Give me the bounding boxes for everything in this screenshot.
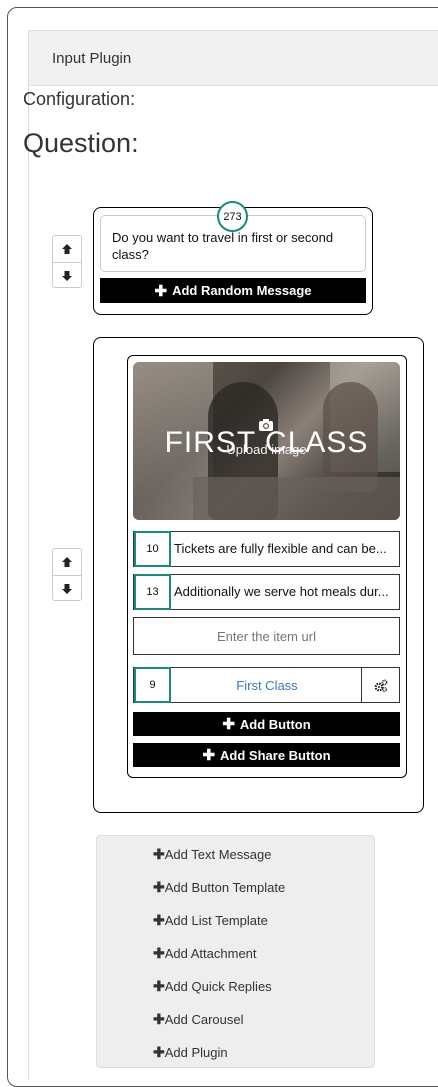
card-button-first-class[interactable]: First Class bbox=[172, 668, 362, 702]
plus-icon: ✚ bbox=[202, 747, 216, 764]
text-message-card: Do you want to travel in first or second… bbox=[93, 201, 373, 315]
move-up-button[interactable] bbox=[53, 236, 81, 262]
move-down-button[interactable] bbox=[53, 575, 81, 601]
carousel-element: FIRST CLASS Upload image 10 Tickets are … bbox=[127, 355, 407, 778]
card-title-text: Tickets are fully flexible and can be... bbox=[174, 541, 387, 556]
move-down-button[interactable] bbox=[53, 262, 81, 288]
subtitle-char-count: 13 bbox=[134, 574, 171, 610]
add-list-template-item[interactable]: ✚Add List Template bbox=[153, 912, 268, 929]
generic-template-card: FIRST CLASS Upload image 10 Tickets are … bbox=[93, 337, 424, 813]
gears-icon bbox=[374, 678, 388, 692]
card-subtitle-text: Additionally we serve hot meals dur... bbox=[174, 584, 389, 599]
plus-icon: ✚ bbox=[153, 1011, 165, 1027]
add-text-message-item[interactable]: ✚Add Text Message bbox=[153, 846, 271, 863]
message-move-controls bbox=[52, 235, 82, 288]
plus-icon: ✚ bbox=[154, 282, 168, 300]
add-element-menu: ✚Add Text Message ✚Add Button Template ✚… bbox=[96, 835, 375, 1068]
button-char-count: 9 bbox=[134, 667, 171, 703]
button-settings-button[interactable] bbox=[361, 668, 399, 702]
add-carousel-item[interactable]: ✚Add Carousel bbox=[153, 1011, 244, 1028]
card-title-row[interactable]: 10 Tickets are fully flexible and can be… bbox=[133, 531, 400, 567]
add-attachment-item[interactable]: ✚Add Attachment bbox=[153, 945, 257, 962]
arrow-down-icon bbox=[62, 270, 72, 281]
add-random-message-button[interactable]: ✚ Add Random Message bbox=[100, 278, 366, 303]
plus-icon: ✚ bbox=[153, 846, 165, 862]
add-share-button-label: Add Share Button bbox=[220, 747, 331, 763]
character-counter: 273 bbox=[217, 201, 248, 232]
configuration-label: Configuration: bbox=[23, 89, 136, 109]
camera-icon bbox=[259, 419, 273, 431]
add-quick-replies-item[interactable]: ✚Add Quick Replies bbox=[153, 978, 272, 995]
panel-title: Input Plugin bbox=[29, 31, 438, 86]
card-image[interactable]: FIRST CLASS Upload image bbox=[133, 362, 400, 520]
card-button-row: 9 First Class bbox=[133, 667, 400, 703]
plus-icon: ✚ bbox=[153, 945, 165, 961]
plus-icon: ✚ bbox=[153, 912, 165, 928]
title-char-count: 10 bbox=[134, 531, 171, 567]
add-random-message-label: Add Random Message bbox=[172, 283, 312, 298]
message-text: Do you want to travel in first or second… bbox=[112, 230, 334, 262]
add-button-template-item[interactable]: ✚Add Button Template bbox=[153, 879, 285, 896]
arrow-up-icon bbox=[62, 557, 72, 567]
arrow-down-icon bbox=[62, 583, 72, 594]
add-plugin-item[interactable]: ✚Add Plugin bbox=[153, 1044, 228, 1061]
add-button-button[interactable]: ✚ Add Button bbox=[133, 712, 400, 736]
arrow-up-icon bbox=[62, 244, 72, 254]
card-move-controls bbox=[52, 548, 82, 601]
plus-icon: ✚ bbox=[153, 978, 165, 994]
add-share-button-button[interactable]: ✚ Add Share Button bbox=[133, 743, 400, 767]
plus-icon: ✚ bbox=[153, 879, 165, 895]
plus-icon: ✚ bbox=[153, 1044, 165, 1060]
item-url-input[interactable] bbox=[133, 617, 400, 655]
card-subtitle-row[interactable]: 13 Additionally we serve hot meals dur..… bbox=[133, 574, 400, 610]
question-label: Question: bbox=[23, 128, 139, 158]
plus-icon: ✚ bbox=[222, 716, 235, 733]
move-up-button[interactable] bbox=[53, 549, 81, 575]
add-button-label: Add Button bbox=[239, 716, 311, 732]
upload-image-label: Upload image bbox=[226, 442, 307, 457]
